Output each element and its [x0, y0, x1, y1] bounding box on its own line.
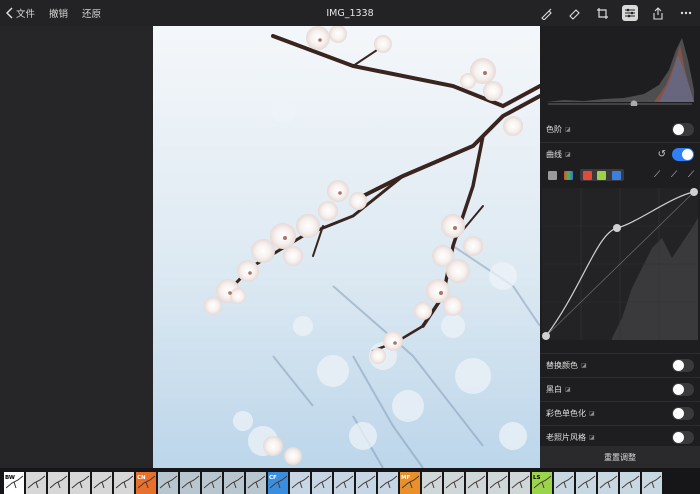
adjust-sliders-icon[interactable] [622, 5, 638, 21]
color-mono-row[interactable]: 彩色单色化 ◪ [540, 402, 700, 424]
filter-thumbnail[interactable] [378, 472, 398, 494]
vintage-row[interactable]: 老照片风格 ◪ [540, 426, 700, 448]
filter-thumbnail[interactable] [114, 472, 134, 494]
eyedropper-black-icon[interactable]: ⟋ [652, 170, 662, 180]
filter-thumbnail[interactable] [92, 472, 112, 494]
filter-thumbnail[interactable] [598, 472, 618, 494]
curve-point-black [542, 332, 550, 340]
adjustments-panel: 色阶 ◪ 曲线 ◪ ↺ ⟋ ⟋ ⟋ 替换颜色 ◪ 黑白 ◪ 彩色单色化 ◪ 老照… [540, 26, 700, 468]
options-icon: ◪ [565, 150, 571, 158]
undo-button[interactable]: 撤销 [49, 6, 68, 20]
replace-color-toggle[interactable] [672, 358, 694, 372]
curves-row[interactable]: 曲线 ◪ ↺ [540, 143, 700, 165]
eyedropper-gray-icon[interactable]: ⟋ [669, 170, 679, 180]
filter-thumbnail[interactable] [334, 472, 354, 494]
brush-pen-icon[interactable] [538, 5, 554, 21]
filter-thumbnail[interactable]: CN [136, 472, 156, 494]
filter-thumbnail[interactable] [510, 472, 530, 494]
channel-green[interactable] [597, 170, 607, 180]
filter-thumbnail[interactable] [312, 472, 332, 494]
canvas-left-margin [0, 26, 153, 468]
filter-thumbnail[interactable] [224, 472, 244, 494]
channel-red[interactable] [582, 170, 592, 180]
curve-editor[interactable] [542, 188, 698, 340]
top-toolbar: IMG_1338 文件 撤销 还原 [0, 0, 700, 26]
filter-thumbnail[interactable]: CF [268, 472, 288, 494]
levels-row[interactable]: 色阶 ◪ [540, 118, 700, 140]
channel-rgb[interactable] [564, 170, 573, 180]
filter-group-tag: BW [5, 475, 15, 481]
options-icon: ◪ [589, 433, 595, 441]
channel-luma[interactable] [548, 170, 557, 180]
crop-icon[interactable] [594, 5, 610, 21]
filter-thumbnail[interactable] [180, 472, 200, 494]
share-icon[interactable] [650, 5, 666, 21]
back-button[interactable]: 文件 [6, 6, 35, 20]
filter-thumbnail[interactable] [554, 472, 574, 494]
filter-thumbnail[interactable] [620, 472, 640, 494]
eraser-icon[interactable] [566, 5, 582, 21]
revert-button[interactable]: 还原 [82, 6, 101, 20]
curve-point-white [690, 188, 698, 196]
black-white-toggle[interactable] [672, 382, 694, 396]
filter-thumbnail[interactable] [158, 472, 178, 494]
vintage-toggle[interactable] [672, 430, 694, 444]
filter-thumbnail[interactable]: MF [400, 472, 420, 494]
vintage-label: 老照片风格 [546, 432, 586, 442]
levels-toggle[interactable] [672, 122, 694, 136]
filter-group-tag: CN [137, 475, 146, 481]
options-icon: ◪ [565, 125, 571, 133]
curve-channel-selector: ⟋ ⟋ ⟋ [548, 168, 696, 182]
color-mono-label: 彩色单色化 [546, 408, 586, 418]
filter-thumbnail[interactable] [356, 472, 376, 494]
reset-curve-icon[interactable]: ↺ [658, 149, 666, 160]
filter-thumbnail[interactable] [246, 472, 266, 494]
curve-point-mid [613, 224, 621, 232]
chevron-left-icon [6, 7, 13, 19]
histogram [544, 30, 696, 108]
filter-thumbnail[interactable] [466, 472, 486, 494]
replace-color-row[interactable]: 替换颜色 ◪ [540, 354, 700, 376]
filter-thumbnail[interactable] [576, 472, 596, 494]
black-white-row[interactable]: 黑白 ◪ [540, 378, 700, 400]
replace-color-label: 替换颜色 [546, 360, 578, 370]
filter-group-tag: CF [269, 475, 277, 481]
filter-thumbnail[interactable] [422, 472, 442, 494]
eyedropper-white-icon[interactable]: ⟋ [686, 170, 696, 180]
black-white-label: 黑白 [546, 384, 562, 394]
filter-thumbnail[interactable] [290, 472, 310, 494]
filter-thumbnail[interactable] [70, 472, 90, 494]
filter-thumbnail[interactable] [488, 472, 508, 494]
filter-filmstrip: BW CN CF MF LS [0, 468, 700, 494]
photo-canvas[interactable] [153, 26, 540, 468]
filter-group-tag: LS [533, 475, 541, 481]
options-icon: ◪ [565, 385, 571, 393]
channel-blue[interactable] [612, 170, 622, 180]
filter-thumbnail[interactable] [26, 472, 46, 494]
filter-group-tag: MF [401, 475, 411, 481]
more-icon[interactable] [678, 5, 694, 21]
filter-thumbnail[interactable] [202, 472, 222, 494]
filter-thumbnail[interactable] [642, 472, 662, 494]
curves-label: 曲线 [546, 149, 562, 159]
back-label: 文件 [16, 9, 36, 20]
filter-thumbnail[interactable] [48, 472, 68, 494]
options-icon: ◪ [589, 409, 595, 417]
color-mono-toggle[interactable] [672, 406, 694, 420]
curves-toggle[interactable] [672, 147, 694, 161]
options-icon: ◪ [581, 361, 587, 369]
filter-thumbnail[interactable] [444, 472, 464, 494]
filter-thumbnail[interactable]: BW [4, 472, 24, 494]
levels-label: 色阶 [546, 124, 562, 134]
reset-adjustments-button[interactable]: 重置调整 [540, 446, 700, 468]
filter-thumbnail[interactable]: LS [532, 472, 552, 494]
